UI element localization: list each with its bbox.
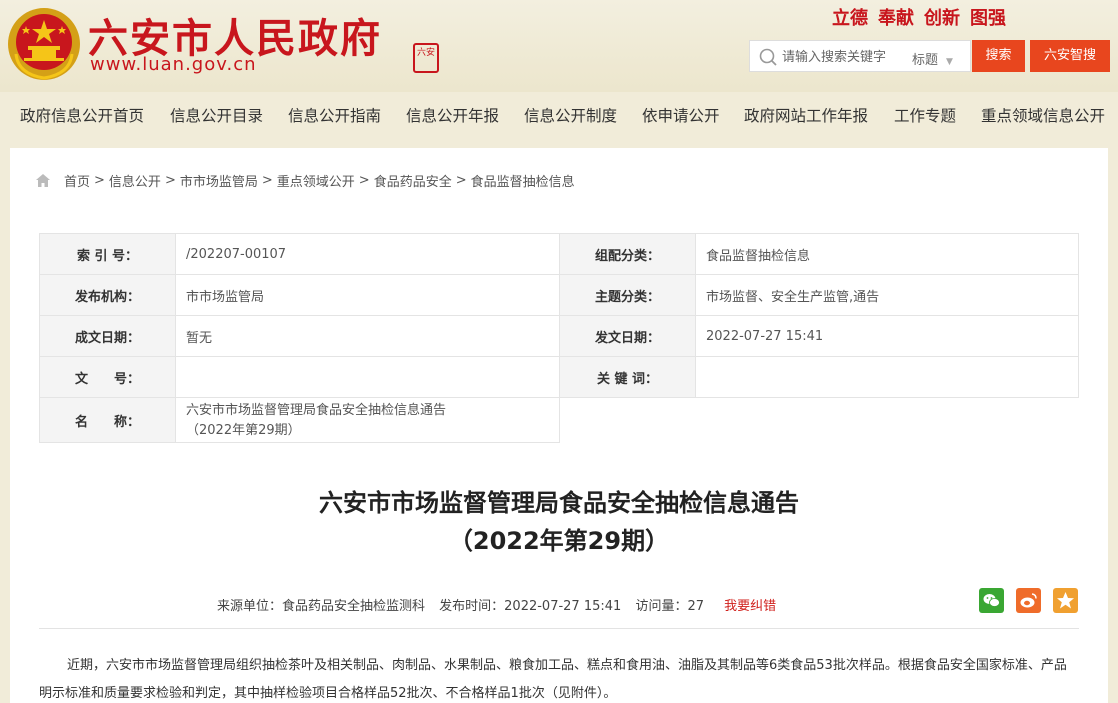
- divider: [39, 628, 1079, 629]
- weibo-icon: [1020, 593, 1037, 608]
- doc-name-label: 名 称：: [39, 397, 176, 443]
- keywords-value: [695, 356, 1079, 398]
- created-date-value: 暂无: [175, 315, 560, 357]
- nav-item-system[interactable]: 信息公开制度: [524, 104, 617, 126]
- article-title: 六安市市场监督管理局食品安全抽检信息通告 （2022年第29期）: [10, 484, 1108, 560]
- breadcrumb-separator: >: [261, 173, 273, 188]
- favorite-button[interactable]: [1053, 588, 1078, 613]
- motto-1: 立德: [832, 8, 868, 29]
- nav-item-website-report[interactable]: 政府网站工作年报: [744, 104, 868, 126]
- published-date-value: 2022-07-27 15:41: [695, 315, 1079, 357]
- search-button[interactable]: 搜索: [972, 40, 1025, 72]
- index-no-value: /202207-00107: [175, 233, 560, 275]
- topic-value: 市场监督、安全生产监管,通告: [695, 274, 1079, 316]
- publisher-label: 发布机构：: [39, 274, 176, 316]
- breadcrumb-info-open[interactable]: 信息公开: [109, 171, 161, 190]
- share-wechat-button[interactable]: [979, 588, 1004, 613]
- article-views: 访问量：27: [635, 599, 704, 614]
- doc-name-value: 六安市市场监督管理局食品安全抽检信息通告 （2022年第29期）: [175, 397, 560, 443]
- info-row: 成文日期： 暂无 发文日期： 2022-07-27 15:41: [39, 315, 1079, 357]
- chevron-down-icon: ▼: [946, 57, 953, 67]
- article-source: 来源单位：食品药品安全抽检监测科: [217, 599, 426, 614]
- keywords-label: 关 键 词：: [559, 356, 696, 398]
- breadcrumb-market-bureau[interactable]: 市市场监管局: [180, 171, 258, 190]
- doc-no-label: 文 号：: [39, 356, 176, 398]
- search-type-select[interactable]: 标题 ▼: [912, 49, 953, 68]
- breadcrumb-separator: >: [94, 173, 105, 188]
- search-icon: [759, 48, 777, 66]
- wechat-icon: [983, 594, 1000, 607]
- main-nav: 政府信息公开首页 信息公开目录 信息公开指南 信息公开年报 信息公开制度 依申请…: [0, 92, 1118, 136]
- publisher-value: 市市场监管局: [175, 274, 560, 316]
- article-title-line2: （2022年第29期）: [448, 527, 670, 555]
- breadcrumb-current[interactable]: 食品监督抽检信息: [471, 171, 575, 190]
- calligraphy-seal: 六安: [413, 43, 439, 73]
- breadcrumb-separator: >: [358, 173, 370, 188]
- doc-name-line1: 六安市市场监督管理局食品安全抽检信息通告: [186, 403, 447, 418]
- home-icon: [36, 174, 50, 187]
- info-row: 文 号： 关 键 词：: [39, 356, 1079, 398]
- motto: 立德 奉献 创新 图强: [832, 4, 1032, 30]
- topic-label: 主题分类：: [559, 274, 696, 316]
- search-box: 标题 ▼: [749, 40, 971, 72]
- article-title-line1: 六安市市场监督管理局食品安全抽检信息通告: [319, 489, 799, 517]
- breadcrumb-separator: >: [164, 173, 176, 188]
- published-date-label: 发文日期：: [559, 315, 696, 357]
- nav-item-guide[interactable]: 信息公开指南: [288, 104, 381, 126]
- national-emblem-icon[interactable]: [6, 6, 82, 82]
- nav-item-catalog[interactable]: 信息公开目录: [170, 104, 263, 126]
- document-info-table: 索 引 号： /202207-00107 组配分类： 食品监督抽检信息 发布机构…: [39, 233, 1079, 443]
- site-url[interactable]: www.luan.gov.cn: [90, 54, 257, 75]
- search-type-label: 标题: [912, 53, 939, 68]
- motto-4: 图强: [970, 8, 1006, 29]
- share-weibo-button[interactable]: [1016, 588, 1041, 613]
- breadcrumb-home[interactable]: 首页: [64, 171, 90, 190]
- breadcrumb-key-areas[interactable]: 重点领域公开: [277, 171, 355, 190]
- category-value: 食品监督抽检信息: [695, 233, 1079, 275]
- category-label: 组配分类：: [559, 233, 696, 275]
- nav-item-annual-report[interactable]: 信息公开年报: [406, 104, 499, 126]
- article-body: 近期，六安市市场监督管理局组织抽检茶叶及相关制品、肉制品、水果制品、粮食加工品、…: [39, 658, 1067, 701]
- info-row: 索 引 号： /202207-00107 组配分类： 食品监督抽检信息: [39, 233, 1079, 275]
- doc-name-line2: （2022年第29期）: [186, 423, 301, 438]
- content-panel: 首页 > 信息公开 > 市市场监管局 > 重点领域公开 > 食品药品安全 > 食…: [10, 148, 1108, 703]
- created-date-label: 成文日期：: [39, 315, 176, 357]
- empty-cell: [559, 397, 1079, 443]
- nav-item-topics[interactable]: 工作专题: [894, 104, 956, 126]
- site-header: 六安市人民政府 www.luan.gov.cn 六安 立德奉献创新图强 标题▼ …: [0, 0, 1118, 92]
- motto-3: 创新: [924, 8, 960, 29]
- article-time: 发布时间：2022-07-27 15:41: [439, 599, 622, 614]
- nav-item-application[interactable]: 依申请公开: [642, 104, 720, 126]
- motto-2: 奉献: [878, 8, 914, 29]
- info-row: 发布机构： 市市场监管局 主题分类： 市场监督、安全生产监管,通告: [39, 274, 1079, 316]
- breadcrumb-food-drug[interactable]: 食品药品安全: [374, 171, 452, 190]
- search-input[interactable]: [782, 46, 904, 68]
- breadcrumb-separator: >: [455, 173, 467, 188]
- nav-item-open-home[interactable]: 政府信息公开首页: [20, 104, 144, 126]
- breadcrumb: 首页 > 信息公开 > 市市场监管局 > 重点领域公开 > 食品药品安全 > 食…: [36, 171, 575, 190]
- star-icon: [1057, 592, 1074, 609]
- nav-item-key-areas[interactable]: 重点领域信息公开: [981, 104, 1105, 126]
- report-error-link[interactable]: 我要纠错: [724, 599, 776, 614]
- smart-search-button[interactable]: 六安智搜: [1030, 40, 1110, 72]
- index-no-label: 索 引 号：: [39, 233, 176, 275]
- doc-no-value: [175, 356, 560, 398]
- article-meta: 来源单位：食品药品安全抽检监测科 发布时间：2022-07-27 15:41 访…: [217, 595, 786, 614]
- info-row: 名 称： 六安市市场监督管理局食品安全抽检信息通告 （2022年第29期）: [39, 397, 1079, 443]
